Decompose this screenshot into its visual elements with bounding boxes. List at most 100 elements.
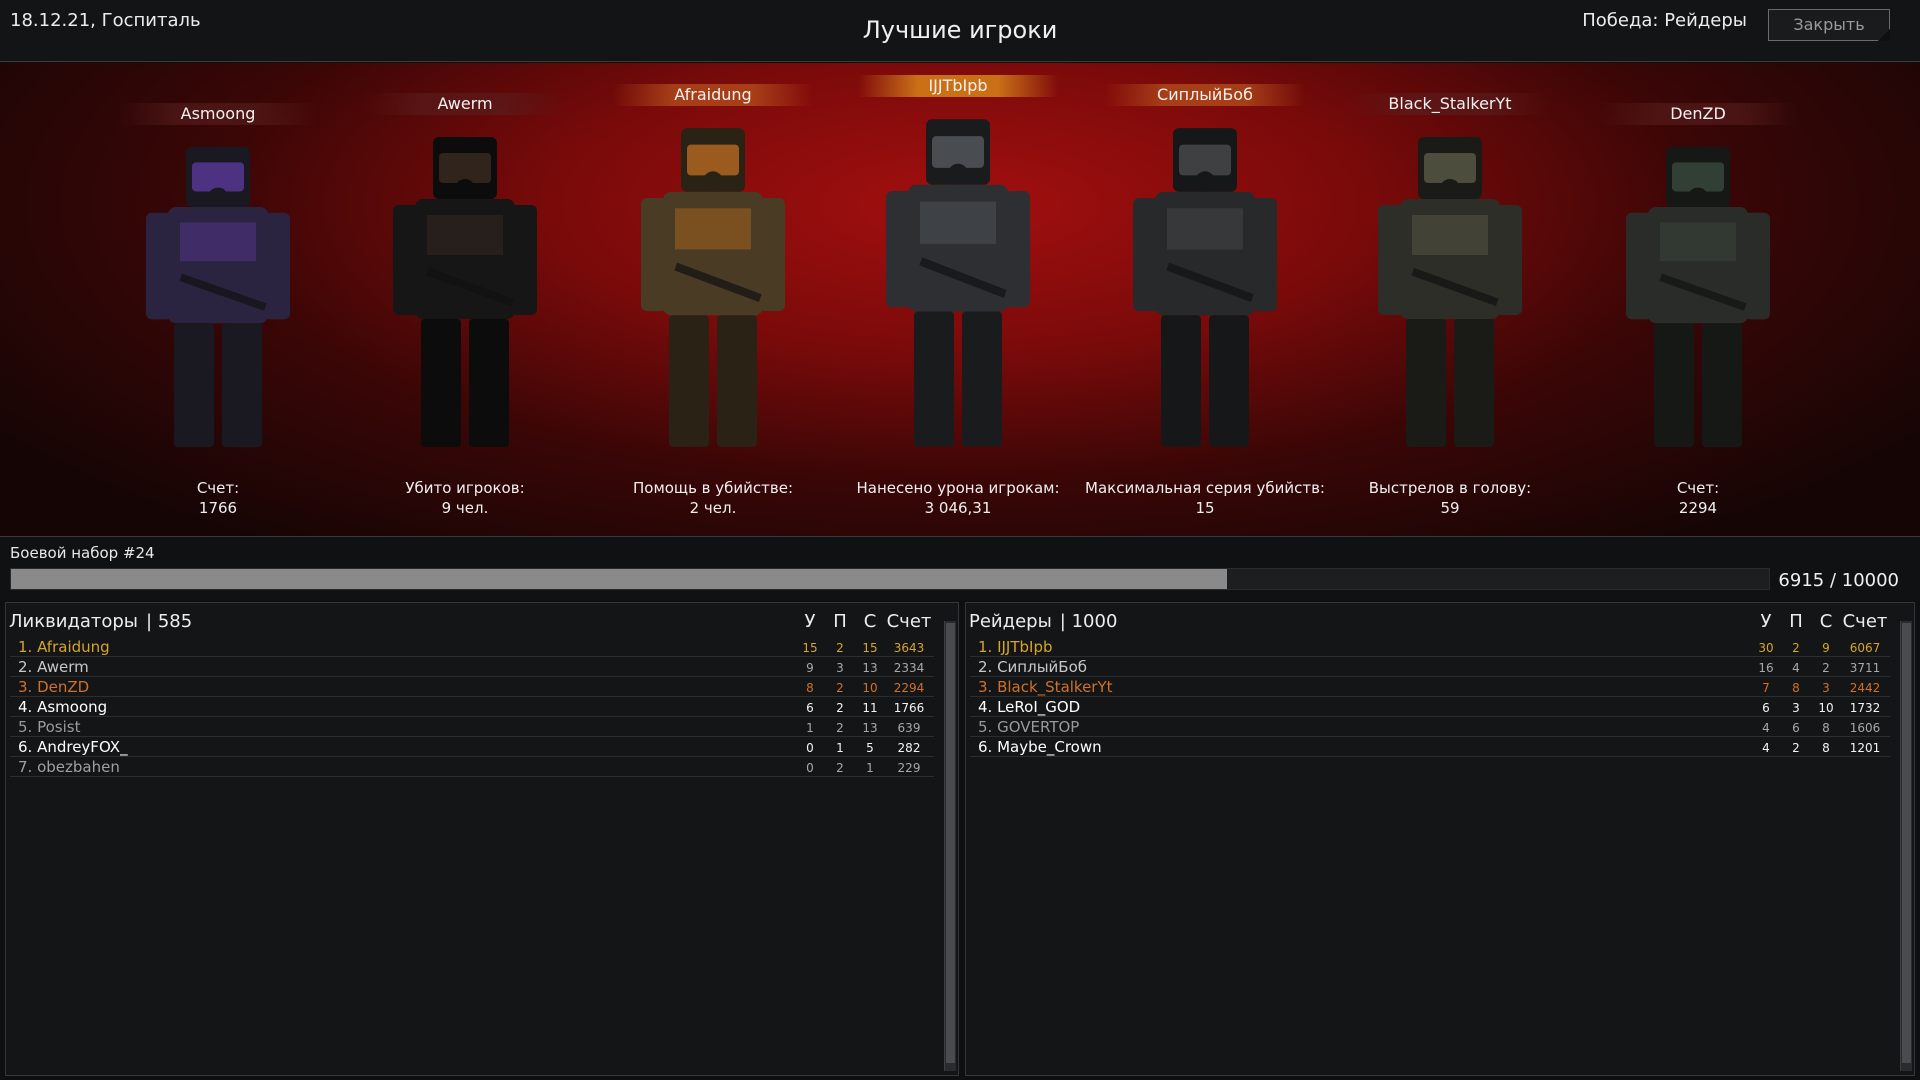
player-avatar-figure bbox=[1125, 124, 1285, 453]
best-player-card[interactable]: IJJTbIpb Нанесено урона игрокам: 3 046,31 bbox=[838, 63, 1078, 537]
player-name: 3. DenZD bbox=[18, 678, 90, 696]
stat-k: 15 bbox=[802, 641, 818, 655]
table-row[interactable]: 7. obezbahen 0 2 1 229 bbox=[10, 757, 934, 777]
best-player-card[interactable]: Awerm Убито игроков: 9 чел. bbox=[345, 63, 585, 537]
best-player-stat-value: 2294 bbox=[1678, 499, 1718, 517]
battle-pass-progress-bar bbox=[10, 568, 1770, 590]
column-header-d[interactable]: С bbox=[1812, 611, 1840, 632]
close-button[interactable]: Закрыть bbox=[1768, 9, 1890, 41]
player-avatar-figure bbox=[385, 133, 545, 453]
stat-score: 229 bbox=[897, 761, 921, 775]
best-players-showcase: Asmoong Счет: 1766 Awerm Убито игроков: 9 чел… bbox=[0, 63, 1920, 537]
stat-a: 4 bbox=[1792, 661, 1800, 675]
player-name: 1. Afraidung bbox=[18, 638, 110, 656]
team-name: Ликвидаторы bbox=[9, 611, 139, 632]
best-player-card[interactable]: СиплыйБоб Максимальная серия убийств: 15 bbox=[1085, 63, 1325, 537]
scrollbar-thumb[interactable] bbox=[946, 623, 955, 1063]
scrollbar-thumb[interactable] bbox=[1902, 623, 1911, 1063]
table-row[interactable]: 1. IJJTbIpb 30 2 9 6067 bbox=[970, 637, 1890, 657]
column-header-score[interactable]: Счет bbox=[1840, 611, 1890, 632]
player-name: 2. Awerm bbox=[18, 658, 89, 676]
column-header-a[interactable]: П bbox=[826, 611, 854, 632]
best-player-card[interactable]: Afraidung Помощь в убийстве: 2 чел. bbox=[593, 63, 833, 537]
stat-a: 2 bbox=[1792, 741, 1800, 755]
player-name: 6. Maybe_Crown bbox=[978, 738, 1102, 756]
stat-d: 10 bbox=[862, 681, 878, 695]
stat-score: 2334 bbox=[893, 661, 925, 675]
column-header-k[interactable]: У bbox=[1752, 611, 1780, 632]
table-row[interactable]: 4. LeRoI_GOD 6 3 10 1732 bbox=[970, 697, 1890, 717]
player-avatar-figure bbox=[1370, 133, 1530, 453]
table-row[interactable]: 6. AndreyFOX_ 0 1 5 282 bbox=[10, 737, 934, 757]
player-table: 1. Afraidung 15 2 15 3643 2. Awerm 9 3 13 2334 3. … bbox=[10, 637, 934, 777]
victory-status: Победа: Рейдеры bbox=[1582, 10, 1747, 31]
table-row[interactable]: 1. Afraidung 15 2 15 3643 bbox=[10, 637, 934, 657]
stat-a: 1 bbox=[836, 741, 844, 755]
stat-k: 8 bbox=[806, 681, 814, 695]
table-row[interactable]: 6. Maybe_Crown 4 2 8 1201 bbox=[970, 737, 1890, 757]
best-player-stat-value: 1766 bbox=[198, 499, 238, 517]
battle-pass-progress-text: 6915 / 10000 bbox=[1778, 570, 1899, 591]
stat-a: 2 bbox=[836, 681, 844, 695]
stat-score: 1766 bbox=[893, 701, 925, 715]
stat-a: 2 bbox=[836, 761, 844, 775]
player-avatar-figure bbox=[633, 124, 793, 453]
column-header-score[interactable]: Счет bbox=[884, 611, 934, 632]
stat-k: 0 bbox=[806, 741, 814, 755]
stat-k: 6 bbox=[806, 701, 814, 715]
player-name: 5. Posist bbox=[18, 718, 81, 736]
best-player-name: Awerm bbox=[365, 93, 565, 115]
stat-d: 10 bbox=[1818, 701, 1834, 715]
best-player-name: IJJTbIpb bbox=[858, 75, 1058, 97]
stat-k: 7 bbox=[1762, 681, 1770, 695]
table-row[interactable]: 4. Asmoong 6 2 11 1766 bbox=[10, 697, 934, 717]
player-name: 6. AndreyFOX_ bbox=[18, 738, 128, 756]
best-player-name: Afraidung bbox=[613, 84, 813, 106]
stat-score: 1606 bbox=[1849, 721, 1881, 735]
column-header-k[interactable]: У bbox=[796, 611, 824, 632]
stat-k: 1 bbox=[806, 721, 814, 735]
table-row[interactable]: 5. Posist 1 2 13 639 bbox=[10, 717, 934, 737]
table-row[interactable]: 2. СиплыйБоб 16 4 2 3711 bbox=[970, 657, 1890, 677]
column-header-d[interactable]: С bbox=[856, 611, 884, 632]
player-name: 4. LeRoI_GOD bbox=[978, 698, 1081, 716]
best-player-stat-value: 15 bbox=[1195, 499, 1215, 517]
stat-d: 11 bbox=[862, 701, 878, 715]
stat-score: 3711 bbox=[1849, 661, 1881, 675]
stat-d: 13 bbox=[862, 661, 878, 675]
player-name: 1. IJJTbIpb bbox=[978, 638, 1053, 656]
table-row[interactable]: 3. Black_StalkerYt 7 8 3 2442 bbox=[970, 677, 1890, 697]
team-score: | 1000 bbox=[1059, 611, 1118, 632]
stat-d: 5 bbox=[866, 741, 874, 755]
best-player-name: DenZD bbox=[1598, 103, 1798, 125]
player-avatar-figure bbox=[878, 115, 1038, 453]
player-name: 3. Black_StalkerYt bbox=[978, 678, 1113, 696]
best-player-card[interactable]: Black_StalkerYt Выстрелов в голову: 59 bbox=[1330, 63, 1570, 537]
best-player-card[interactable]: Asmoong Счет: 1766 bbox=[98, 63, 338, 537]
table-scrollbar[interactable] bbox=[944, 621, 956, 1071]
best-player-stat-label: Максимальная серия убийств: bbox=[1085, 479, 1325, 497]
stat-score: 2442 bbox=[1849, 681, 1881, 695]
best-player-name: СиплыйБоб bbox=[1105, 84, 1305, 106]
table-row[interactable]: 3. DenZD 8 2 10 2294 bbox=[10, 677, 934, 697]
player-avatar-figure bbox=[1618, 143, 1778, 453]
best-player-card[interactable]: DenZD Счет: 2294 bbox=[1578, 63, 1818, 537]
stat-score: 1201 bbox=[1849, 741, 1881, 755]
best-player-stat-value: 59 bbox=[1440, 499, 1460, 517]
stat-d: 13 bbox=[862, 721, 878, 735]
table-row[interactable]: 2. Awerm 9 3 13 2334 bbox=[10, 657, 934, 677]
player-name: 2. СиплыйБоб bbox=[978, 658, 1088, 676]
top-bar: 18.12.21, Госпиталь Лучшие игроки Победа… bbox=[0, 0, 1920, 62]
table-row[interactable]: 5. GOVERTOP 4 6 8 1606 bbox=[970, 717, 1890, 737]
best-player-name: Asmoong bbox=[118, 103, 318, 125]
best-player-stat-label: Помощь в убийстве: bbox=[632, 479, 794, 497]
table-scrollbar[interactable] bbox=[1900, 621, 1912, 1071]
stat-score: 1732 bbox=[1849, 701, 1881, 715]
best-player-stat-value: 3 046,31 bbox=[924, 499, 992, 517]
battle-pass-panel: Боевой набор #24 6915 / 10000 bbox=[0, 538, 1920, 600]
stat-k: 9 bbox=[806, 661, 814, 675]
column-header-a[interactable]: П bbox=[1782, 611, 1810, 632]
team-header: Рейдеры | 1000 bbox=[969, 611, 1117, 632]
stat-score: 639 bbox=[897, 721, 921, 735]
stat-d: 8 bbox=[1822, 741, 1830, 755]
